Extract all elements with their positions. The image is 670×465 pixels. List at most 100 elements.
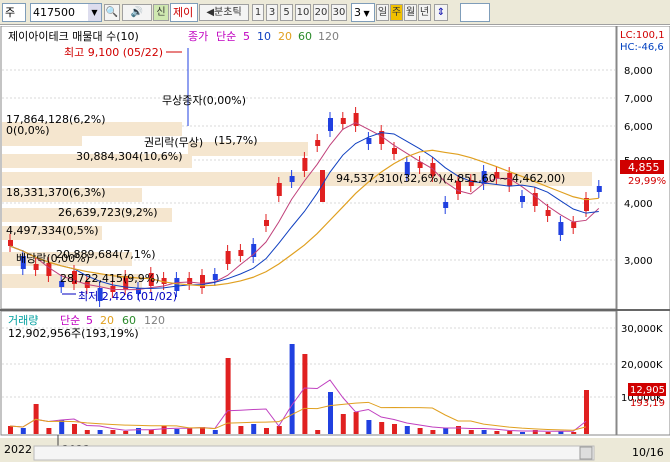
legend-close: 종가 bbox=[188, 30, 208, 43]
volume-bar bbox=[417, 428, 423, 434]
month-button[interactable]: 월 bbox=[404, 4, 417, 21]
legend-ma60: 60 bbox=[298, 30, 312, 43]
chart-svg: 제이아이테크 매물대 수(10) 종가 단순 5 10 20 60 120 LC… bbox=[0, 25, 670, 462]
volume-bar bbox=[276, 426, 282, 434]
volume-bar bbox=[430, 430, 436, 434]
period-label: 10 bbox=[296, 7, 310, 18]
volume-profile-label: 18,331,370(6,3%) bbox=[6, 186, 106, 199]
volume-bar bbox=[545, 432, 551, 434]
year-button[interactable]: 년 bbox=[418, 4, 431, 21]
stock-name: 제이 bbox=[170, 3, 198, 22]
x-right-label: 10/16 bbox=[632, 446, 664, 459]
volume-bar bbox=[571, 432, 577, 434]
volume-bar bbox=[72, 424, 77, 434]
candlestick bbox=[276, 183, 282, 196]
volume-profile-label: 26,639,723(9,2%) bbox=[58, 206, 158, 219]
speaker-icon[interactable]: 🔊 bbox=[122, 4, 152, 21]
search-icon[interactable]: 🔍 bbox=[104, 4, 120, 21]
period-label: 3 bbox=[268, 7, 276, 18]
candlestick bbox=[212, 274, 218, 280]
period-label: 30 bbox=[332, 7, 346, 18]
candlestick bbox=[520, 196, 525, 202]
volume-profile-label: 30,884,304(10,6%) bbox=[76, 150, 183, 163]
period-1-button[interactable]: 1 bbox=[252, 4, 264, 21]
period-20-button[interactable]: 20 bbox=[313, 4, 329, 21]
volume-bar bbox=[468, 430, 474, 434]
year-label: 년 bbox=[419, 7, 430, 18]
volume-bar bbox=[212, 430, 218, 434]
hc-label: HC:-46,6 bbox=[620, 42, 664, 53]
candlestick bbox=[187, 278, 193, 284]
market-select[interactable]: 주 bbox=[2, 3, 26, 22]
updown-icon[interactable]: ⇕ bbox=[434, 4, 448, 21]
volume-last-pct: 193,19 bbox=[630, 398, 665, 409]
code-value: 417500 bbox=[33, 6, 75, 19]
period-label: 20 bbox=[314, 7, 328, 18]
candlestick bbox=[366, 138, 372, 144]
candlestick bbox=[443, 202, 449, 208]
volume-bar bbox=[136, 428, 141, 434]
extra-input[interactable] bbox=[460, 3, 490, 22]
dropdown-arrow-icon: ▼ bbox=[361, 9, 370, 18]
count-select[interactable]: 3 ▼ bbox=[351, 3, 375, 22]
volume-bar bbox=[379, 422, 385, 434]
volume-bar bbox=[302, 354, 308, 434]
volume-profile-label: (15,7%) bbox=[214, 134, 258, 147]
week-button[interactable]: 주 bbox=[390, 4, 403, 21]
volume-bar bbox=[481, 430, 487, 434]
volume-bar bbox=[84, 430, 90, 434]
current-pct: 29,99% bbox=[628, 176, 666, 187]
volume-bar bbox=[264, 428, 269, 434]
period-type-button[interactable]: ◀분초틱 bbox=[199, 4, 249, 21]
market-label: 주 bbox=[5, 6, 16, 19]
low-label: 최저 2,426 (01/02) bbox=[78, 290, 177, 303]
y-tick-label: 4,000 bbox=[624, 199, 653, 210]
y-tick-label: 7,000 bbox=[624, 94, 653, 105]
volume-bar bbox=[494, 431, 500, 434]
period-30-button[interactable]: 30 bbox=[331, 4, 347, 21]
new-badge-label: 신 bbox=[156, 7, 166, 18]
y-tick-label: 3,000 bbox=[624, 256, 653, 267]
day-label: 일 bbox=[377, 7, 388, 18]
volume-bar bbox=[315, 430, 321, 434]
volume-bar bbox=[456, 426, 461, 434]
legend-ma120: 120 bbox=[318, 30, 339, 43]
high-label: 최고 9,100 (05/22) bbox=[64, 46, 163, 59]
current-price: 4,855 bbox=[628, 161, 660, 174]
volume-bar bbox=[174, 429, 180, 434]
volume-profile-label: 28,722,415(9,9%) bbox=[60, 272, 160, 285]
code-input[interactable]: 417500 ▼ bbox=[30, 3, 102, 22]
dropdown-arrow-icon[interactable]: ▼ bbox=[88, 4, 101, 21]
volume-bar bbox=[46, 428, 52, 434]
period-label: 1 bbox=[254, 7, 262, 18]
vol-legend-60: 60 bbox=[122, 314, 136, 327]
volume-last-value: 12,905 bbox=[630, 385, 665, 396]
candlestick bbox=[289, 176, 295, 182]
candlestick bbox=[328, 118, 333, 131]
volume-bar bbox=[148, 430, 154, 434]
volume-bar bbox=[187, 428, 193, 434]
chart-area: 제이아이테크 매물대 수(10) 종가 단순 5 10 20 60 120 LC… bbox=[0, 25, 670, 462]
vol-legend-simple: 단순 bbox=[60, 314, 80, 327]
scrollbar-track[interactable] bbox=[33, 445, 595, 461]
candlestick bbox=[315, 140, 321, 146]
volume-bar bbox=[353, 412, 359, 434]
vol-legend-120: 120 bbox=[144, 314, 165, 327]
volume-bar bbox=[443, 428, 449, 434]
period-10-button[interactable]: 10 bbox=[295, 4, 311, 21]
volume-bar bbox=[161, 426, 167, 434]
volume-bar bbox=[251, 424, 257, 434]
volume-bar bbox=[404, 426, 410, 434]
day-button[interactable]: 일 bbox=[376, 4, 389, 21]
new-badge[interactable]: 신 bbox=[153, 4, 169, 21]
volume-bar bbox=[20, 428, 26, 434]
count-value: 3 bbox=[354, 6, 361, 19]
period-5-button[interactable]: 5 bbox=[280, 4, 293, 21]
legend-ma10: 10 bbox=[257, 30, 271, 43]
volume-profile-label: 0(0,0%) bbox=[6, 124, 50, 137]
last-candlestick bbox=[320, 170, 325, 202]
volume-bar bbox=[366, 420, 372, 434]
scrollbar-thumb[interactable] bbox=[579, 446, 593, 460]
price-panel-title: 제이아이테크 매물대 수(10) bbox=[8, 30, 139, 43]
period-3-button[interactable]: 3 bbox=[266, 4, 278, 21]
